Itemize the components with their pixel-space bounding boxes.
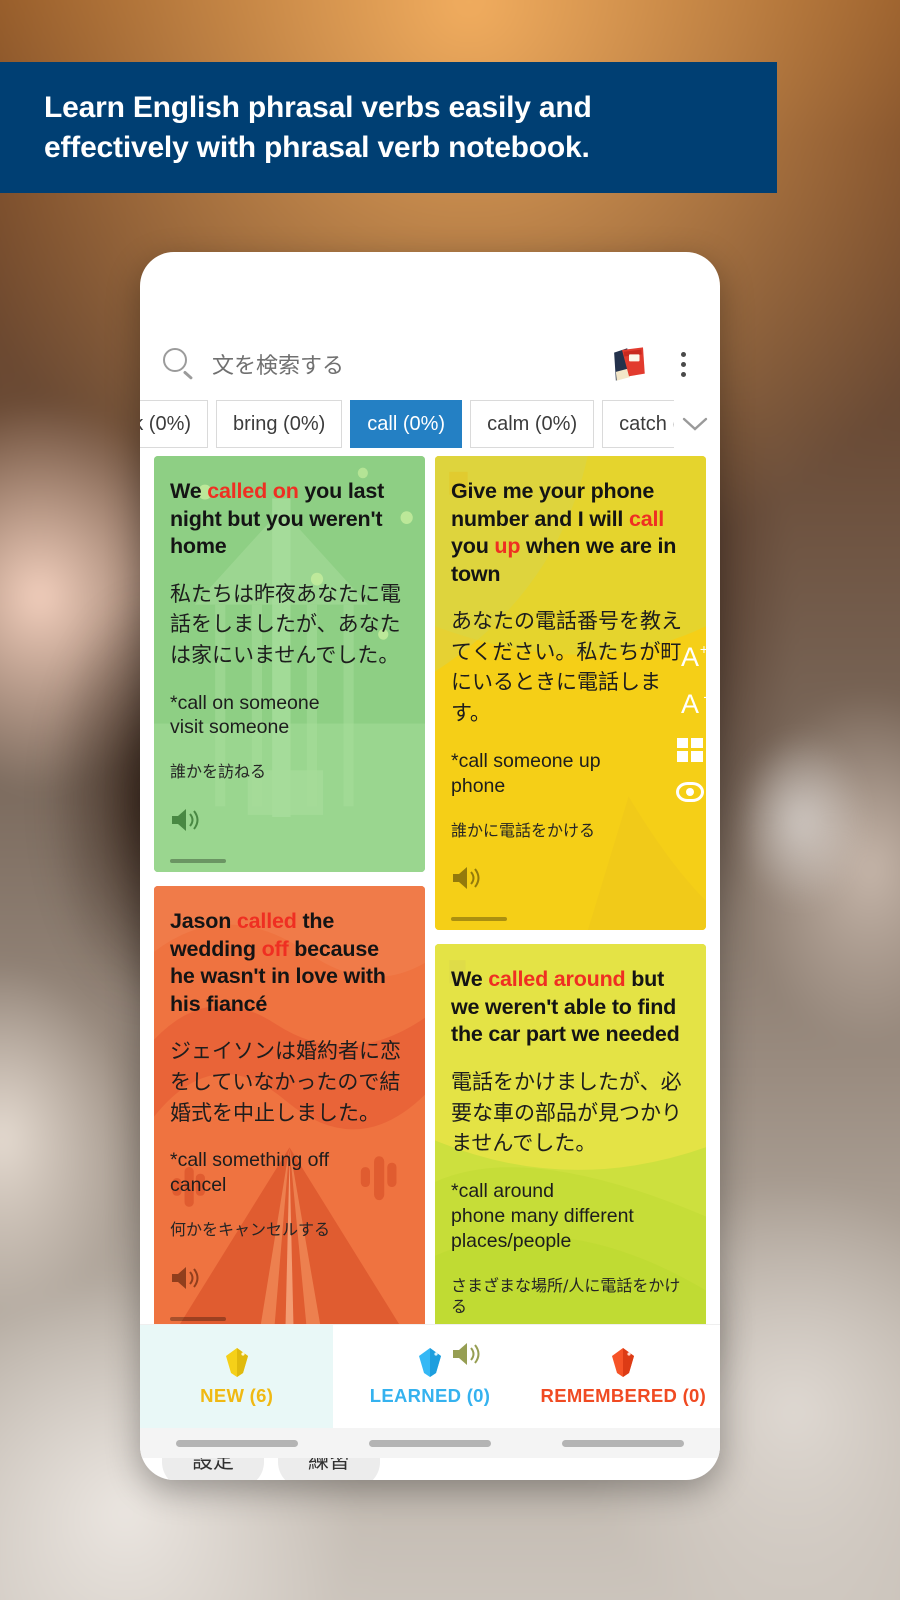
- bottom-tab-label: NEW (6): [200, 1384, 274, 1406]
- sentence-card-call-up[interactable]: Give me your phone number and I will cal…: [435, 456, 706, 931]
- page-indicator: [175, 1439, 298, 1447]
- bottom-tab-label: REMEMBERED (0): [540, 1384, 707, 1406]
- sentence-card-call-around[interactable]: We called around but we weren't able to …: [435, 944, 706, 1407]
- decrease-font-size-icon[interactable]: A-: [681, 689, 708, 718]
- chevron-down-icon[interactable]: [674, 400, 716, 448]
- tag-icon-blue: [418, 1347, 441, 1377]
- page-indicator: [368, 1439, 491, 1447]
- phone-mockup: 文を検索する eak (0%) bring (0%) call (0%) cal…: [140, 252, 720, 1480]
- app-header: 文を検索する: [140, 328, 720, 400]
- card-english-text: We called on you last night but you were…: [170, 479, 385, 559]
- verb-tab-bring[interactable]: bring (0%): [216, 400, 343, 448]
- visibility-eye-icon[interactable]: [676, 782, 704, 802]
- card-progress-bar: [451, 917, 507, 922]
- layout-grid-icon[interactable]: [677, 738, 703, 762]
- notebook-icon[interactable]: [608, 343, 650, 385]
- promo-banner: Learn English phrasal verbs easily and e…: [0, 62, 777, 193]
- sentence-card-called-off[interactable]: Jason called the wedding off because he …: [154, 886, 425, 1330]
- increase-font-size-icon[interactable]: A +: [681, 642, 708, 671]
- card-english-text: Jason called the wedding off because he …: [170, 909, 386, 1016]
- background-highlight-right: [700, 690, 900, 950]
- card-progress-bar: [170, 859, 226, 864]
- promo-headline-line-2: effectively with phrasal verb notebook.: [44, 130, 590, 164]
- bottom-tab-new[interactable]: NEW (6): [140, 1325, 334, 1428]
- card-note-japanese: 誰かに電話をかける: [451, 820, 596, 840]
- floating-toolbar[interactable]: A + A-: [668, 642, 712, 802]
- page-indicator: [562, 1439, 685, 1447]
- card-note-japanese: 誰かを訪ねる: [170, 762, 267, 782]
- search-icon[interactable]: [162, 347, 196, 381]
- verb-tab-call[interactable]: call (0%): [350, 400, 463, 448]
- verb-tab-calm[interactable]: calm (0%): [470, 400, 595, 448]
- verb-tab-strip[interactable]: eak (0%) bring (0%) call (0%) calm (0%) …: [140, 400, 720, 448]
- speaker-icon[interactable]: [170, 807, 204, 833]
- tag-icon-yellow: [225, 1347, 248, 1377]
- bottom-tab-label: LEARNED (0): [369, 1384, 491, 1406]
- phone-status-spacer: [140, 252, 720, 328]
- card-note: *call around phone many different places…: [451, 1179, 634, 1252]
- card-note-japanese: 何かをキャンセルする: [170, 1220, 331, 1240]
- sentence-card-called-on[interactable]: We called on you last night but you were…: [154, 456, 425, 873]
- card-note-japanese: さまざまな場所/人に電話をかける: [451, 1275, 681, 1316]
- verb-tab-break[interactable]: eak (0%): [140, 400, 209, 448]
- card-japanese-text: 私たちは昨夜あなたに電話をしましたが、あなたは家にいませんでした。: [170, 581, 401, 667]
- card-japanese-text: あなたの電話番号を教えてください。私たちが町にいるときに電話します。: [451, 609, 682, 726]
- screenshot-root: Learn English phrasal verbs easily and e…: [0, 0, 900, 1600]
- sentence-card-grid: We called on you last night but you were…: [140, 448, 720, 1407]
- more-vertical-icon[interactable]: [668, 347, 698, 381]
- card-column-left: We called on you last night but you were…: [154, 456, 425, 1406]
- card-english-text: We called around but we weren't able to …: [451, 967, 680, 1047]
- card-japanese-text: 電話をかけましたが、必要な車の部品が見つかりませんでした。: [451, 1069, 682, 1156]
- card-progress-bar: [170, 1316, 226, 1321]
- card-note: *call something off cancel: [170, 1149, 329, 1197]
- card-english-text: Give me your phone number and I will cal…: [451, 479, 677, 586]
- speaker-icon[interactable]: [451, 865, 485, 891]
- search-input[interactable]: 文を検索する: [212, 348, 608, 380]
- card-note: *call someone up phone: [451, 749, 601, 797]
- card-column-right: Give me your phone number and I will cal…: [435, 456, 706, 1407]
- card-japanese-text: ジェイソンは婚約者に恋をしていなかったので結婚式を中止しました。: [170, 1039, 401, 1125]
- card-note: *call on someone visit someone: [170, 691, 320, 739]
- speaker-icon[interactable]: [170, 1265, 204, 1291]
- promo-headline-line-1: Learn English phrasal verbs easily and: [44, 90, 592, 124]
- page-indicator-strip: [140, 1428, 720, 1458]
- speaker-icon[interactable]: [451, 1341, 485, 1367]
